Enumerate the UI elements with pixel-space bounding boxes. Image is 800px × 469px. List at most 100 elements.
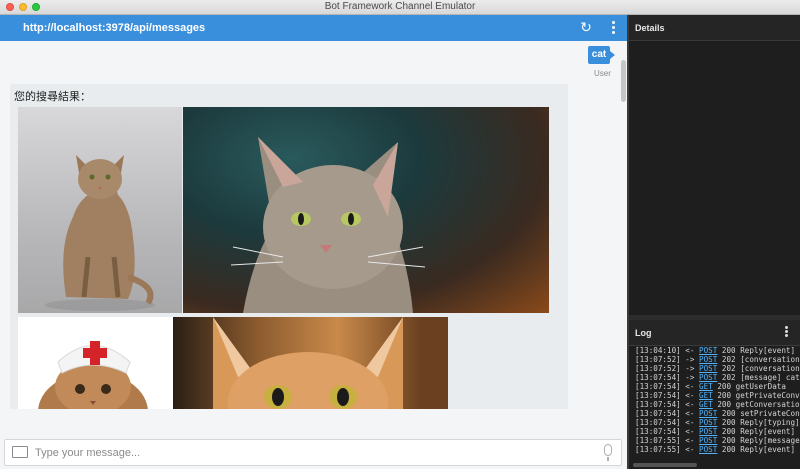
log-message-text: getPrivateConversationData <box>735 391 800 400</box>
log-direction: <- <box>685 400 695 409</box>
cat-photo-nurse-cap[interactable] <box>18 317 173 409</box>
log-timestamp: [13:07:54] <box>635 382 681 391</box>
more-vertical-icon[interactable] <box>606 19 620 37</box>
log-message-text: setPrivateConversationData <box>740 409 800 418</box>
log-direction: <- <box>685 427 695 436</box>
log-status-code: 200 <box>721 418 736 427</box>
log-status-code: 200 <box>717 400 732 409</box>
chat-scroll-thumb[interactable] <box>621 60 626 102</box>
log-http-verb-link[interactable]: GET <box>699 400 713 409</box>
side-panels: Details Log [13:04:10] <- POST 200 Reply… <box>627 15 800 469</box>
log-timestamp: [13:07:54] <box>635 400 681 409</box>
log-status-code: 202 <box>721 355 736 364</box>
log-direction: <- <box>685 346 695 355</box>
log-timestamp: [13:07:52] <box>635 355 681 364</box>
log-direction: <- <box>685 409 695 418</box>
log-http-verb-link[interactable]: POST <box>699 364 717 373</box>
cat-photo-orange[interactable] <box>173 317 448 409</box>
microphone-stand <box>607 457 609 461</box>
log-message-text: Reply[message] <box>740 436 800 445</box>
log-status-code: 200 <box>721 436 736 445</box>
chat-pane: http://localhost:3978/api/messages ↻ cat… <box>0 15 627 469</box>
log-body: [13:04:10] <- POST 200 Reply[event] [13:0… <box>629 346 800 462</box>
image-icon[interactable] <box>12 446 28 458</box>
log-timestamp: [13:07:52] <box>635 364 681 373</box>
log-status-code: 200 <box>717 382 732 391</box>
log-timestamp: [13:07:54] <box>635 418 681 427</box>
log-http-verb-link[interactable]: POST <box>699 418 717 427</box>
details-header: Details <box>629 15 800 41</box>
log-direction: <- <box>685 445 695 454</box>
refresh-icon[interactable]: ↻ <box>578 19 594 35</box>
log-http-verb-link[interactable]: POST <box>699 409 717 418</box>
log-status-code: 202 <box>721 364 736 373</box>
log-entry: [13:07:54] <- GET 200 getPrivateConversa… <box>635 391 800 400</box>
log-direction: -> <box>685 364 695 373</box>
log-direction: -> <box>685 355 695 364</box>
log-message-text: [message] cat <box>740 373 800 382</box>
log-title: Log <box>635 328 652 338</box>
log-status-code: 200 <box>717 391 732 400</box>
log-message-text: getUserData <box>735 382 786 391</box>
log-http-verb-link[interactable]: POST <box>699 427 717 436</box>
log-header: Log <box>629 320 800 346</box>
log-message-text: [conversationUpdate] <box>740 364 800 373</box>
log-http-verb-link[interactable]: POST <box>699 355 717 364</box>
chat-scrollbar[interactable] <box>620 42 627 432</box>
log-timestamp: [13:07:55] <box>635 436 681 445</box>
log-status-code: 202 <box>721 373 736 382</box>
endpoint-url[interactable]: http://localhost:3978/api/messages <box>23 22 205 34</box>
details-title: Details <box>635 23 665 33</box>
log-direction: <- <box>685 418 695 427</box>
log-http-verb-link[interactable]: POST <box>699 346 717 355</box>
window-title: Bot Framework Channel Emulator <box>324 1 476 12</box>
log-entry: [13:07:52] -> POST 202 [conversationUpda… <box>635 355 800 364</box>
log-entry: [13:07:54] <- POST 200 Reply[event] <box>635 427 800 436</box>
log-entry: [13:07:54] -> POST 202 [message] cat <box>635 373 800 382</box>
message-input[interactable] <box>35 444 595 462</box>
log-entry: [13:07:52] -> POST 202 [conversationUpda… <box>635 364 800 373</box>
log-entry: [13:07:54] <- GET 200 getConversationDat… <box>635 400 800 409</box>
log-horizontal-scrollbar[interactable] <box>633 463 697 467</box>
log-timestamp: [13:07:55] <box>635 445 681 454</box>
cat-photo-sitting[interactable] <box>18 107 182 313</box>
log-message-text: Reply[event] <box>740 445 796 454</box>
user-message-bubble[interactable]: cat <box>588 46 615 64</box>
address-bar: http://localhost:3978/api/messages ↻ <box>0 15 627 41</box>
window-titlebar: Bot Framework Channel Emulator <box>0 0 800 15</box>
log-http-verb-link[interactable]: GET <box>699 382 713 391</box>
log-message-text: Reply[typing] <box>740 418 800 427</box>
log-entry: [13:04:10] <- POST 200 Reply[event] <box>635 346 800 355</box>
conversation-transcript: cat User 您的搜尋結果： <box>0 41 627 409</box>
log-entry: [13:07:54] <- POST 200 setPrivateConvers… <box>635 409 800 418</box>
log-timestamp: [13:07:54] <box>635 391 681 400</box>
composer <box>0 435 627 469</box>
composer-box <box>4 439 622 466</box>
log-status-code: 200 <box>721 427 736 436</box>
log-status-code: 200 <box>721 445 736 454</box>
log-timestamp: [13:04:10] <box>635 346 681 355</box>
log-direction: <- <box>685 436 695 445</box>
log-message-text: Reply[event] <box>740 427 796 436</box>
log-http-verb-link[interactable]: POST <box>699 436 717 445</box>
log-entry: [13:07:55] <- POST 200 Reply[message] <box>635 436 800 445</box>
log-timestamp: [13:07:54] <box>635 373 681 382</box>
log-message-text: getConversationData <box>735 400 800 409</box>
bot-message-card: 您的搜尋結果： <box>10 84 568 409</box>
details-body <box>629 41 800 315</box>
log-http-verb-link[interactable]: GET <box>699 391 713 400</box>
log-timestamp: [13:07:54] <box>635 409 681 418</box>
log-http-verb-link[interactable]: POST <box>699 373 717 382</box>
log-http-verb-link[interactable]: POST <box>699 445 717 454</box>
cat-photo-closeup[interactable] <box>183 107 549 313</box>
log-direction: <- <box>685 391 695 400</box>
log-entry: [13:07:54] <- POST 200 Reply[typing] <box>635 418 800 427</box>
log-timestamp: [13:07:54] <box>635 427 681 436</box>
log-status-code: 200 <box>721 409 736 418</box>
log-entry: [13:07:55] <- POST 200 Reply[event] <box>635 445 800 454</box>
log-more-vertical-icon[interactable] <box>783 325 789 341</box>
microphone-icon[interactable] <box>604 444 612 456</box>
log-entry: [13:07:54] <- GET 200 getUserData <box>635 382 800 391</box>
user-message-sender: User <box>594 69 611 78</box>
log-status-code: 200 <box>721 346 736 355</box>
